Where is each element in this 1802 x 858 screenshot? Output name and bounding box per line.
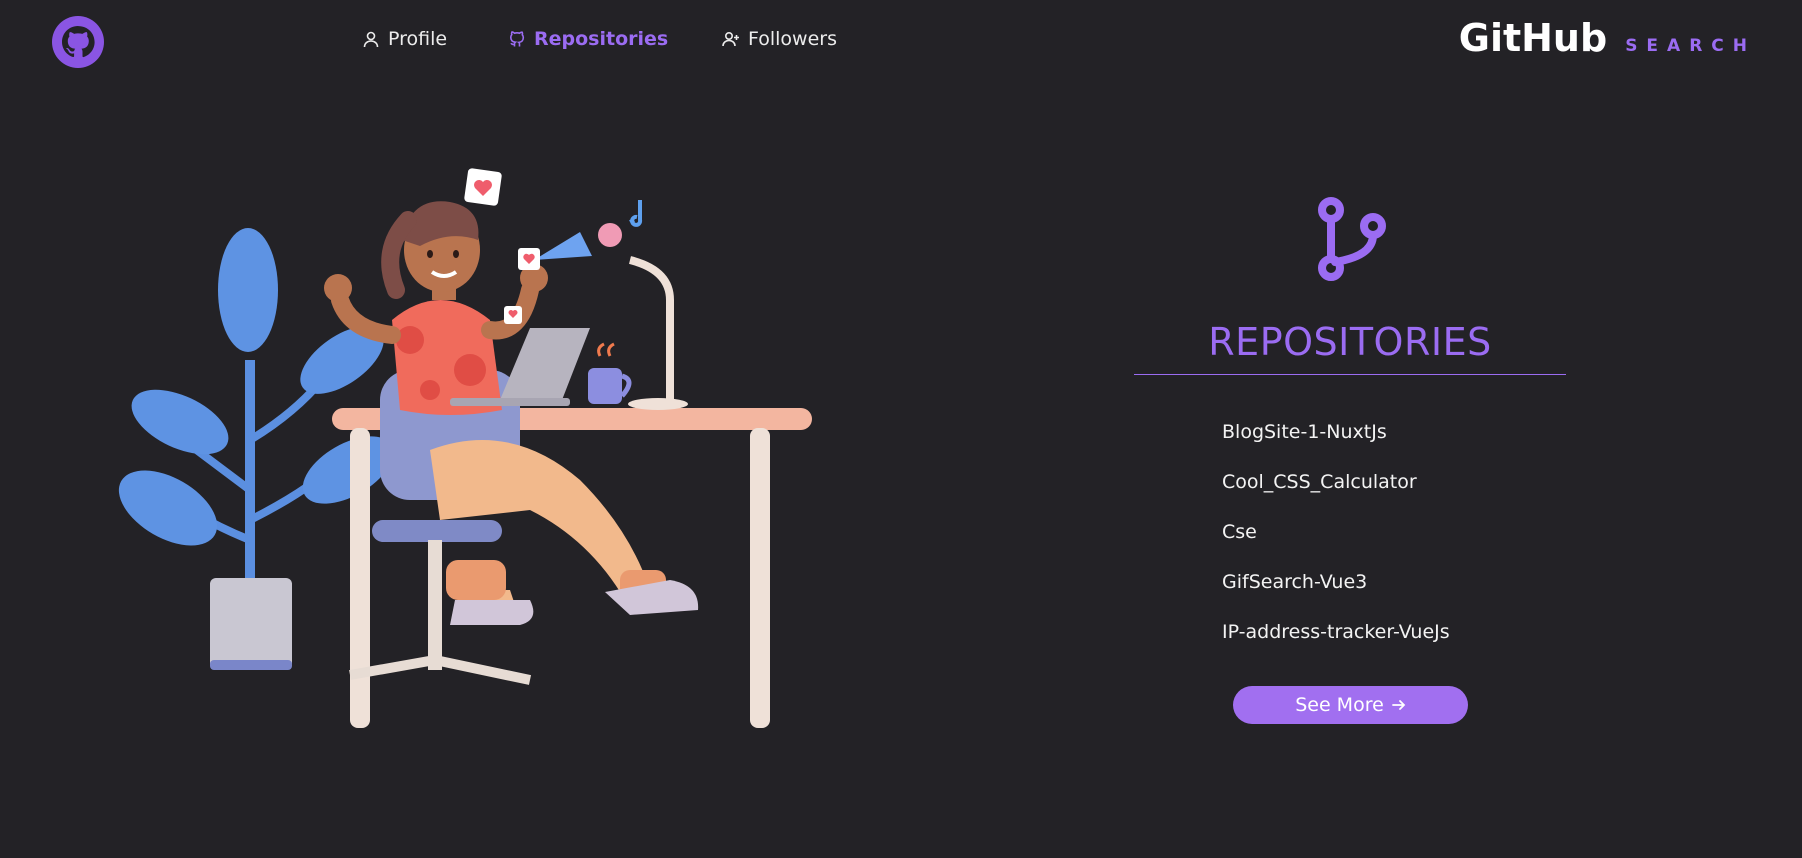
divider [1134, 374, 1566, 375]
repo-list: BlogSite-1-NuxtJs Cool_CSS_Calculator Cs… [1222, 420, 1450, 670]
repo-item[interactable]: GifSearch-Vue3 [1222, 570, 1450, 620]
user-plus-icon [722, 31, 739, 47]
repo-item[interactable]: BlogSite-1-NuxtJs [1222, 420, 1450, 470]
see-more-button[interactable]: See More [1233, 686, 1468, 724]
brand[interactable]: GitHub SEARCH [1459, 16, 1756, 60]
nav-repositories[interactable]: Repositories [508, 28, 668, 50]
brand-title: GitHub [1458, 16, 1608, 60]
nav-followers[interactable]: Followers [722, 28, 837, 50]
repo-item[interactable]: Cse [1222, 520, 1450, 570]
nav-followers-label: Followers [748, 28, 837, 50]
arrow-right-icon [1391, 700, 1406, 710]
panel-title: REPOSITORIES [1208, 320, 1492, 364]
see-more-label: See More [1295, 694, 1384, 716]
brand-subtitle: SEARCH [1625, 36, 1756, 56]
repo-item[interactable]: Cool_CSS_Calculator [1222, 470, 1450, 520]
nav-repositories-label: Repositories [534, 28, 669, 50]
github-logo-icon[interactable] [52, 16, 104, 68]
nav-profile-label: Profile [388, 28, 448, 50]
top-nav: Profile Repositories Followers GitHub SE… [0, 0, 1802, 82]
mug-illustration [588, 342, 632, 404]
hero-illustration [118, 168, 812, 728]
user-icon [363, 31, 379, 48]
git-branch-icon [1318, 197, 1386, 281]
github-icon [509, 31, 525, 47]
nav-profile[interactable]: Profile [362, 28, 447, 50]
repo-item[interactable]: IP-address-tracker-VueJs [1222, 620, 1450, 670]
